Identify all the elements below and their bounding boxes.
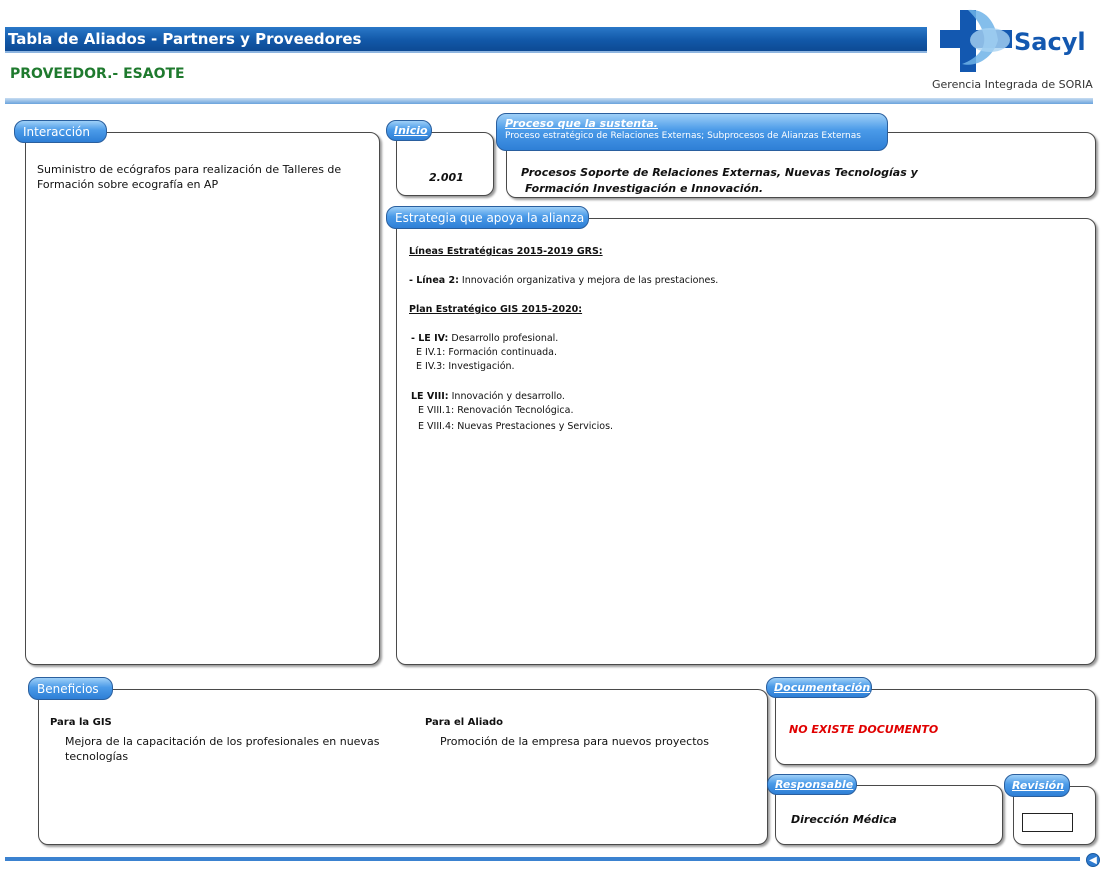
- documentacion-tab: Documentación: [766, 677, 872, 698]
- linea2-label: - Línea 2:: [409, 275, 459, 286]
- estrategia-e41: E IV.1: Formación continuada.: [416, 347, 558, 358]
- le4-label: - LE IV:: [411, 333, 449, 344]
- inicio-tab: Inicio: [386, 120, 432, 141]
- sacyl-logo: Sacyl: [938, 6, 1098, 76]
- documentacion-value: NO EXISTE DOCUMENTO: [789, 723, 939, 736]
- bottom-divider: [5, 857, 1080, 861]
- estrategia-tab: Estrategia que apoya la alianza: [386, 206, 589, 229]
- estrategia-le4: - LE IV: Desarrollo profesional.: [411, 332, 558, 346]
- top-divider: [5, 98, 1093, 104]
- estrategia-heading-gis: Plan Estratégico GIS 2015-2020:: [409, 304, 583, 315]
- le4-text: Desarrollo profesional.: [448, 333, 559, 344]
- inicio-panel: [396, 132, 494, 196]
- page-title: Tabla de Aliados - Partners y Proveedore…: [8, 30, 362, 48]
- proceso-tab-title: Proceso que la sustenta.: [505, 117, 658, 130]
- estrategia-e81: E VIII.1: Renovación Tecnológica.: [418, 405, 574, 416]
- le8-text: Innovación y desarrollo.: [448, 391, 565, 402]
- estrategia-e43: E IV.3: Investigación.: [416, 361, 515, 372]
- revision-tab: Revisión: [1004, 774, 1070, 797]
- interaccion-panel: [25, 132, 380, 665]
- back-arrow-icon[interactable]: ◀: [1086, 853, 1100, 867]
- beneficios-aliado-text: Promoción de la empresa para nuevos proy…: [440, 735, 709, 748]
- estrategia-e84: E VIII.4: Nuevas Prestaciones y Servicio…: [418, 421, 614, 432]
- inicio-value: 2.001: [429, 171, 464, 184]
- le8-label: LE VIII:: [411, 391, 449, 402]
- estrategia-linea2: - Línea 2: Innovación organizativa y mej…: [409, 274, 718, 288]
- proceso-line1: Procesos Soporte de Relaciones Externas,…: [521, 166, 918, 179]
- beneficios-tab: Beneficios: [28, 677, 113, 700]
- proceso-tab: Proceso que la sustenta. Proceso estraté…: [496, 113, 888, 151]
- linea2-text: Innovación organizativa y mejora de las …: [458, 275, 719, 286]
- beneficios-panel: [38, 689, 768, 845]
- estrategia-heading-grs: Líneas Estratégicas 2015-2019 GRS:: [409, 246, 603, 257]
- beneficios-gis-label: Para la GIS: [50, 717, 112, 728]
- revision-field[interactable]: [1022, 813, 1073, 832]
- proceso-line2: Formación Investigación e Innovación.: [525, 182, 764, 195]
- beneficios-gis-text: Mejora de la capacitación de los profesi…: [65, 735, 380, 763]
- beneficios-aliado-label: Para el Aliado: [425, 717, 504, 728]
- estrategia-le8: LE VIII: Innovación y desarrollo.: [411, 390, 565, 404]
- responsable-value: Dirección Médica: [791, 813, 897, 826]
- provider-subtitle: PROVEEDOR.- ESAOTE: [10, 66, 185, 82]
- brand-name: Sacyl: [1014, 28, 1086, 56]
- proceso-tab-subtitle: Proceso estratégico de Relaciones Extern…: [505, 131, 861, 141]
- interaccion-text: Suministro de ecógrafos para realización…: [37, 163, 342, 191]
- interaccion-tab: Interacción: [14, 120, 107, 143]
- responsable-tab: Responsable: [767, 774, 857, 795]
- org-name: Gerencia Integrada de SORIA: [932, 78, 1093, 91]
